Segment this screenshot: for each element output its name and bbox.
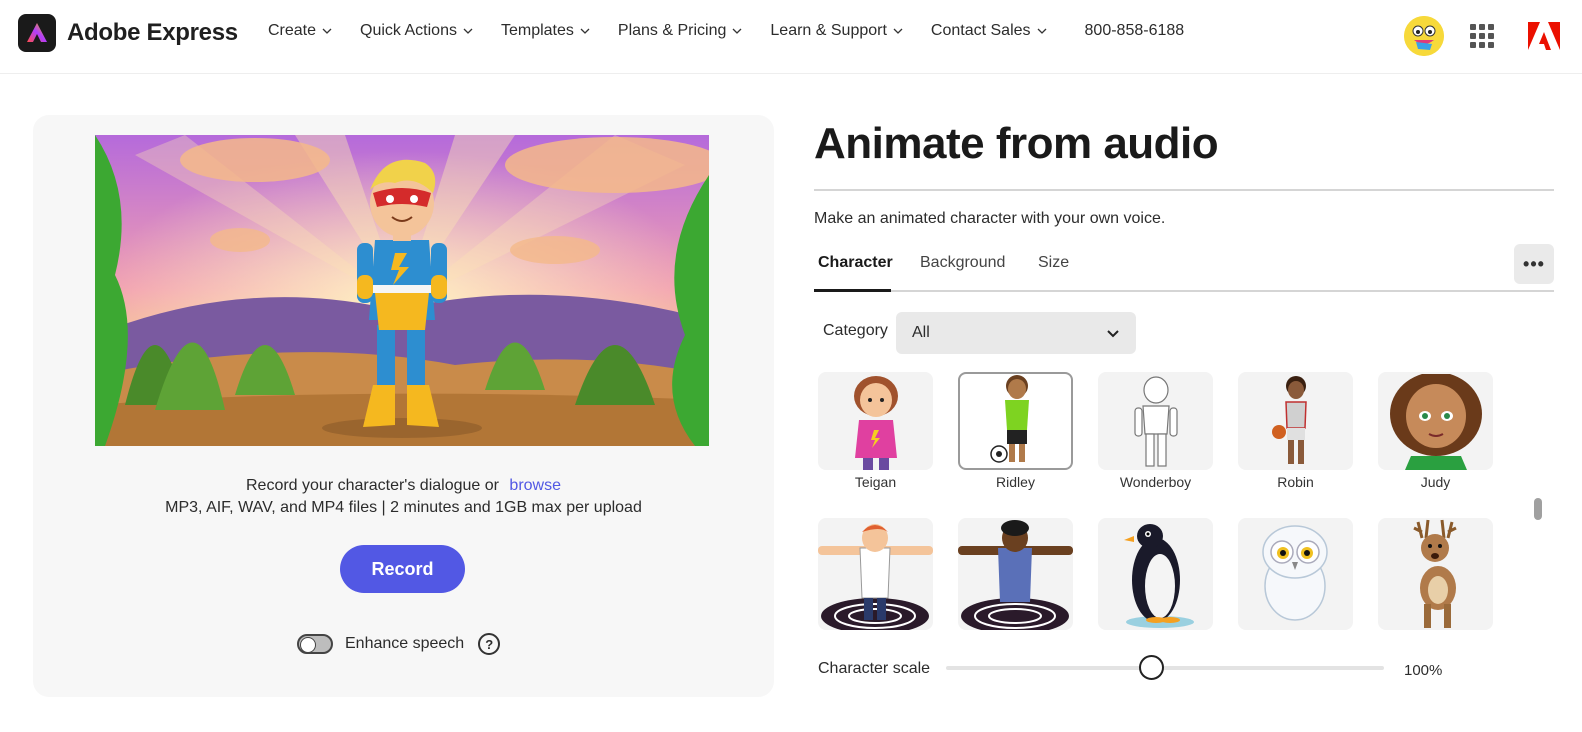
character-teigan[interactable]: Teigan	[818, 372, 933, 490]
character-wonderboy[interactable]: Wonderboy	[1098, 372, 1213, 490]
brand-name: Adobe Express	[67, 19, 238, 46]
adobe-logo-icon[interactable]	[1528, 22, 1560, 50]
character-thumb	[818, 372, 933, 470]
title-divider	[814, 189, 1554, 191]
character-thumb	[1378, 372, 1493, 470]
character-thumb	[1098, 372, 1213, 470]
character-robin[interactable]: Robin	[1238, 372, 1353, 490]
nav-label: Quick Actions	[360, 22, 457, 39]
enhance-speech-row: Enhance speech ?	[297, 633, 501, 655]
character-name: Ridley	[996, 474, 1035, 490]
enhance-speech-toggle[interactable]	[297, 634, 333, 654]
character-grid-scrollbar[interactable]	[1532, 372, 1544, 636]
enhance-speech-label: Enhance speech	[345, 635, 465, 652]
chevron-down-icon	[322, 28, 332, 34]
character-scale-slider-track[interactable]	[946, 666, 1384, 670]
chevron-down-icon	[732, 28, 742, 34]
phone-link[interactable]: 800-858-6188	[1085, 22, 1185, 40]
page-subtitle: Make an animated character with your own…	[814, 210, 1166, 227]
character-thumbnail[interactable]	[818, 518, 933, 630]
nav-contact-sales[interactable]: Contact Sales	[931, 22, 1047, 40]
character-thumb	[958, 372, 1073, 470]
character-thumb	[958, 518, 1073, 630]
character-thumbnail[interactable]	[1098, 518, 1213, 630]
character-thumb	[1238, 518, 1353, 630]
nav-label: Contact Sales	[930, 22, 1031, 39]
character-thumb	[1378, 518, 1493, 630]
page-title: Animate from audio	[814, 119, 1219, 168]
avatar-icon[interactable]	[1404, 16, 1444, 56]
header-actions	[1404, 16, 1560, 56]
adobe-express-logo-icon	[18, 14, 56, 52]
character-scale-label: Character scale	[818, 660, 931, 677]
brand[interactable]: Adobe Express	[18, 14, 238, 52]
record-button[interactable]: Record	[340, 545, 465, 593]
category-label: Category	[823, 322, 888, 339]
chevron-down-icon	[1037, 28, 1046, 34]
nav-learn-support[interactable]: Learn & Support	[770, 22, 903, 40]
help-icon[interactable]: ?	[478, 633, 501, 655]
character-judy[interactable]: Judy	[1378, 372, 1493, 490]
character-preview-image	[95, 135, 709, 446]
character-name: Wonderboy	[1119, 474, 1192, 490]
category-value: All	[912, 324, 930, 341]
character-thumb	[1098, 518, 1213, 630]
chevron-down-icon	[580, 28, 590, 34]
character-name: Robin	[1277, 474, 1314, 490]
scrollbar-thumb[interactable]	[1534, 498, 1542, 520]
nav-label: Plans & Pricing	[617, 22, 727, 39]
character-scale-value: 100%	[1404, 662, 1443, 679]
apps-grid-icon[interactable]	[1470, 24, 1494, 48]
character-thumbnail[interactable]	[1378, 518, 1493, 630]
character-name: Judy	[1420, 474, 1451, 490]
record-prompt: Record your character's dialogue or	[246, 477, 499, 494]
nav-templates[interactable]: Templates	[501, 22, 590, 40]
tab-size[interactable]: Size	[1038, 254, 1069, 272]
nav-label: Templates	[500, 22, 574, 39]
nav-plans-pricing[interactable]: Plans & Pricing	[618, 22, 743, 40]
file-info: MP3, AIF, WAV, and MP4 files | 2 minutes…	[165, 499, 642, 516]
character-thumbnail[interactable]	[958, 518, 1073, 630]
preview-card: Record your character's dialogue or brow…	[33, 115, 774, 697]
active-tab-indicator	[814, 289, 891, 292]
character-ridley[interactable]: Ridley	[958, 372, 1073, 490]
browse-link[interactable]: browse	[509, 477, 561, 494]
chevron-down-icon	[1107, 330, 1119, 338]
top-header: Adobe Express Create Quick Actions Templ…	[0, 0, 1582, 74]
more-options-button[interactable]: •••	[1514, 244, 1554, 284]
nav-quick-actions[interactable]: Quick Actions	[360, 22, 473, 40]
nav-label: Create	[268, 22, 317, 39]
character-thumbnail[interactable]	[1238, 518, 1353, 630]
chevron-down-icon	[893, 28, 903, 34]
character-grid: Teigan Ridley Wonderboy Robin Judy	[818, 372, 1518, 636]
record-instruction: Record your character's dialogue or brow…	[33, 477, 774, 495]
panel-tabs: Character Background Size •••	[814, 244, 1554, 292]
chevron-down-icon	[463, 28, 473, 34]
tab-background[interactable]: Background	[920, 254, 1005, 272]
nav-create[interactable]: Create	[268, 22, 332, 40]
tab-character[interactable]: Character	[818, 254, 893, 272]
character-name: Teigan	[854, 474, 897, 490]
category-select[interactable]: All	[896, 312, 1136, 354]
nav-label: Learn & Support	[770, 22, 887, 39]
character-thumb	[818, 518, 933, 630]
main-nav: Create Quick Actions Templates Plans & P…	[268, 22, 1184, 40]
character-thumb	[1238, 372, 1353, 470]
character-scale-slider-thumb[interactable]	[1139, 655, 1165, 680]
